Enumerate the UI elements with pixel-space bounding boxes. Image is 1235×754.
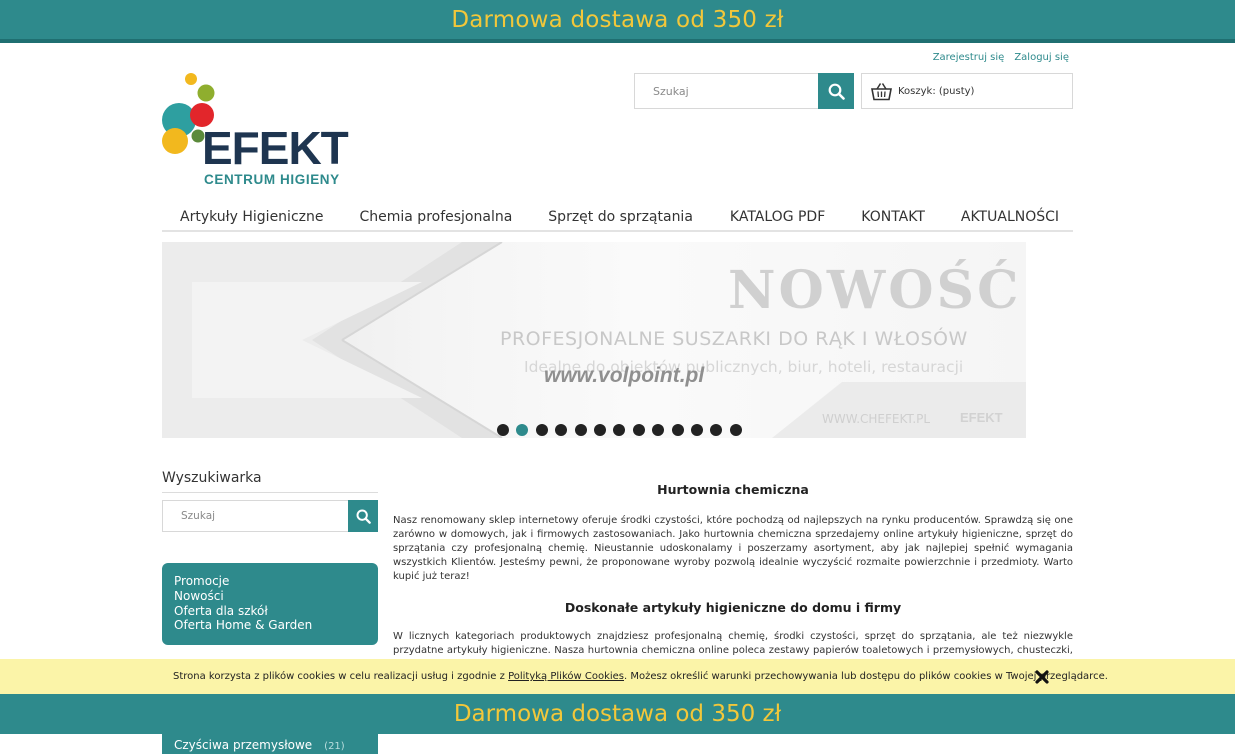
header-search-input[interactable]: Szukaj <box>634 73 818 109</box>
content-paragraph-1: Nasz renomowany sklep internetowy oferuj… <box>393 515 1073 582</box>
close-icon <box>1035 670 1049 684</box>
slider-mini-logo: EFEKT <box>960 410 1003 425</box>
search-icon <box>356 509 371 524</box>
slider-dot[interactable] <box>613 424 626 436</box>
register-link[interactable]: Zarejestruj się <box>933 52 1005 63</box>
account-links: Zarejestruj się Zaloguj się <box>933 52 1069 63</box>
slider-dot[interactable] <box>535 424 548 436</box>
cart-label: Koszyk: (pusty) <box>898 85 975 97</box>
main-content: Hurtownia chemiczna Nasz renomowany skle… <box>393 478 1073 686</box>
search-icon <box>828 83 845 100</box>
cart-button[interactable]: Koszyk: (pusty) <box>861 73 1073 109</box>
promo-bar-bottom: Darmowa dostawa od 350 zł <box>0 694 1235 734</box>
cookie-close-button[interactable] <box>1035 670 1049 684</box>
sidebar-item-nowosci[interactable]: Nowości <box>174 589 378 604</box>
slider-dot[interactable] <box>729 424 742 436</box>
sidebar-title: Wyszukiwarka <box>162 470 378 493</box>
nav-item-chemia[interactable]: Chemia profesjonalna <box>359 203 512 230</box>
header-search-button[interactable] <box>818 73 854 109</box>
sidebar-item-oferta-szkol[interactable]: Oferta dla szkół <box>174 604 378 619</box>
slider-dot[interactable] <box>574 424 587 436</box>
main-nav: Artykuły Higieniczne Chemia profesjonaln… <box>162 203 1073 232</box>
slider-subline: PROFESJONALNE SUSZARKI DO RĄK I WŁOSÓW <box>500 328 968 350</box>
slider-dot[interactable] <box>516 424 529 436</box>
slider-dot[interactable] <box>555 424 568 436</box>
promo-text: Darmowa dostawa od 350 zł <box>451 6 784 33</box>
category-label: Czyściwa przemysłowe <box>174 738 313 752</box>
slider-dot[interactable] <box>497 424 509 436</box>
slider-site: WWW.CHEFEKT.PL <box>822 412 931 426</box>
slider-headline: NOWOŚĆ <box>728 260 1022 321</box>
promo-text-bottom: Darmowa dostawa od 350 zł <box>453 701 782 727</box>
nav-item-aktualnosci[interactable]: AKTUALNOŚCI <box>961 203 1059 230</box>
sidebar-menu: Promocje Nowości Oferta dla szkół Oferta… <box>162 563 378 645</box>
hero-slider[interactable]: NOWOŚĆ PROFESJONALNE SUSZARKI DO RĄK I W… <box>162 242 1026 438</box>
sidebar-category-item[interactable]: Czyściwa przemysłowe (21) <box>162 734 378 754</box>
nav-item-artykuly[interactable]: Artykuły Higieniczne <box>180 203 323 230</box>
login-link[interactable]: Zaloguj się <box>1014 52 1069 63</box>
slider-dot[interactable] <box>632 424 645 436</box>
sidebar-search: Szukaj <box>162 500 378 532</box>
slider-dot[interactable] <box>652 424 665 436</box>
basket-icon <box>871 82 892 100</box>
cookie-text-before: Strona korzysta z plików cookies w celu … <box>173 671 509 682</box>
sidebar-item-promocje[interactable]: Promocje <box>174 574 378 589</box>
sidebar-search-button[interactable] <box>348 500 378 532</box>
slider-dot[interactable] <box>593 424 606 436</box>
category-count: (21) <box>324 741 345 752</box>
logo[interactable]: EFEKT CENTRUM HIGIENY <box>162 72 352 190</box>
sidebar-item-home-garden[interactable]: Oferta Home & Garden <box>174 618 378 633</box>
promo-bar-top: Darmowa dostawa od 350 zł <box>0 0 1235 43</box>
slider-dot[interactable] <box>671 424 684 436</box>
logo-brand: EFEKT <box>202 122 349 174</box>
logo-subtitle: CENTRUM HIGIENY <box>204 172 340 187</box>
cookie-policy-link[interactable]: Polityką Plików Cookies <box>508 671 624 682</box>
slider-dot[interactable] <box>690 424 703 436</box>
nav-item-katalog[interactable]: KATALOG PDF <box>730 203 825 230</box>
content-heading-1: Hurtownia chemiczna <box>657 482 809 497</box>
slider-dot[interactable] <box>710 424 723 436</box>
header-search: Szukaj <box>634 73 854 109</box>
slider-watermark: www.volpoint.pl <box>544 364 705 387</box>
cookie-banner: Strona korzysta z plików cookies w celu … <box>0 659 1235 694</box>
nav-item-kontakt[interactable]: KONTAKT <box>861 203 925 230</box>
nav-item-sprzet[interactable]: Sprzęt do sprzątania <box>548 203 693 230</box>
content-heading-2: Doskonałe artykuły higieniczne do domu i… <box>564 600 902 615</box>
sidebar-search-input[interactable]: Szukaj <box>162 500 348 532</box>
slider-dots <box>497 424 742 436</box>
